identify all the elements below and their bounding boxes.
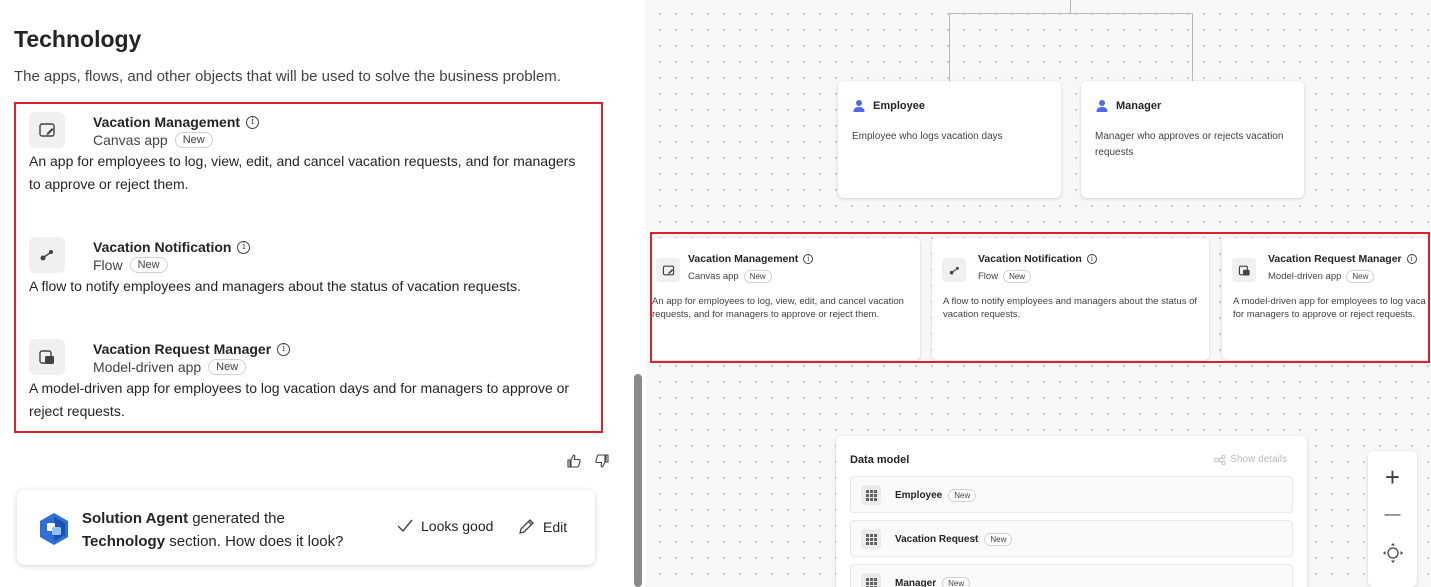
- new-badge: New: [129, 257, 168, 273]
- tech-item-name: Vacation Notification i: [93, 239, 251, 255]
- fit-view-button[interactable]: [1368, 535, 1417, 571]
- persona-description: Manager who approves or rejects vacation…: [1095, 131, 1284, 158]
- new-badge: New: [1003, 270, 1032, 283]
- edit-button[interactable]: Edit: [517, 518, 567, 536]
- feedback-buttons: [566, 452, 610, 470]
- zoom-controls: + —: [1368, 451, 1417, 587]
- chat-panel: Technology The apps, flows, and other ob…: [0, 0, 646, 587]
- fit-view-icon: [1382, 543, 1403, 563]
- data-table-name: Manager New: [895, 577, 971, 587]
- tech-card-name: Vacation Management i: [688, 253, 814, 265]
- canvas-app-icon: [656, 258, 680, 282]
- agent-review-card: Solution Agent generated the Technology …: [17, 490, 595, 565]
- connector-line: [1070, 0, 1071, 13]
- relationship-icon: [1214, 454, 1226, 465]
- tech-card-name: Vacation Notification i: [978, 253, 1097, 265]
- tech-card-type: Canvas app New: [688, 270, 772, 283]
- person-icon: [853, 100, 865, 112]
- tech-item-type: Canvas app New: [93, 132, 213, 148]
- new-badge: New: [208, 359, 247, 375]
- zoom-in-button[interactable]: +: [1368, 459, 1417, 495]
- technology-list-highlight: Vacation Management i Canvas app New An …: [14, 102, 603, 433]
- tech-card-type: Flow New: [978, 270, 1032, 283]
- data-table-name: Employee New: [895, 489, 977, 502]
- thumbs-up-icon[interactable]: [566, 452, 582, 470]
- new-badge: New: [984, 533, 1013, 546]
- data-model-title: Data model: [850, 454, 910, 466]
- new-badge: New: [942, 577, 971, 587]
- info-icon[interactable]: i: [1086, 254, 1097, 264]
- technology-row-highlight: Vacation Management i Canvas app New An ap…: [650, 232, 1430, 363]
- persona-title: Manager: [1095, 99, 1161, 113]
- connector-line: [949, 13, 1192, 14]
- checkmark-icon: [397, 519, 413, 533]
- tech-item-description: A flow to notify employees and managers …: [29, 278, 521, 294]
- tech-item-name: Vacation Request Manager i: [93, 341, 291, 357]
- section-title: Technology: [14, 26, 142, 52]
- info-icon[interactable]: i: [1406, 254, 1417, 264]
- section-description: The apps, flows, and other objects that …: [14, 68, 561, 85]
- info-icon[interactable]: i: [803, 254, 814, 264]
- zoom-out-button[interactable]: —: [1368, 497, 1417, 533]
- data-table-row-employee[interactable]: Employee New: [850, 476, 1293, 513]
- persona-title: Employee: [852, 99, 925, 113]
- tech-item-vacation-request-manager[interactable]: Vacation Request Manager i Model-driven …: [29, 331, 589, 431]
- panel-scrollbar[interactable]: [634, 374, 642, 587]
- table-icon: [861, 529, 881, 549]
- show-details-button[interactable]: Show details: [1214, 454, 1287, 465]
- data-table-row-manager[interactable]: Manager New: [850, 564, 1293, 587]
- canvas-app-icon: [29, 112, 65, 148]
- tech-item-description: A model-driven app for employees to log …: [29, 380, 570, 419]
- table-icon: [861, 573, 881, 587]
- tech-card-vacation-request-manager[interactable]: Vacation Request Manager i Model-driven a…: [1222, 238, 1428, 360]
- looks-good-button[interactable]: Looks good: [397, 518, 493, 534]
- tech-item-description: An app for employees to log, view, edit,…: [29, 153, 576, 192]
- agent-message: Solution Agent generated the Technology …: [82, 510, 344, 550]
- persona-node-manager[interactable]: Manager Manager who approves or rejects …: [1081, 81, 1304, 198]
- data-table-row-vacation-request[interactable]: Vacation Request New: [850, 520, 1293, 557]
- new-badge: New: [948, 489, 977, 502]
- info-icon[interactable]: i: [277, 342, 291, 356]
- tech-card-name: Vacation Request Manager i: [1268, 253, 1417, 265]
- thumbs-down-icon[interactable]: [594, 452, 610, 470]
- model-driven-app-icon: [29, 339, 65, 375]
- flow-icon: [942, 258, 966, 282]
- new-badge: New: [174, 132, 213, 148]
- flow-icon: [29, 237, 65, 273]
- tech-item-vacation-notification[interactable]: Vacation Notification i Flow New A flow …: [29, 229, 589, 299]
- model-driven-app-icon: [1232, 258, 1256, 282]
- persona-description: Employee who logs vacation days: [852, 131, 1003, 142]
- tech-card-vacation-notification[interactable]: Vacation Notification i Flow New A flow to…: [932, 238, 1209, 360]
- pencil-icon: [519, 519, 534, 534]
- data-model-card[interactable]: Data model Show details Employee New Vaca…: [836, 436, 1307, 587]
- new-badge: New: [1346, 270, 1375, 283]
- tech-card-description: A model-driven app for employees to log …: [1233, 296, 1426, 320]
- tech-item-type: Model-driven app New: [93, 359, 247, 375]
- new-badge: New: [743, 270, 772, 283]
- tech-card-description: A flow to notify employees and managers …: [943, 296, 1198, 320]
- tech-card-type: Model-driven app New: [1268, 270, 1375, 283]
- person-icon: [1096, 100, 1108, 112]
- tech-card-vacation-management[interactable]: Vacation Management i Canvas app New An ap…: [652, 238, 920, 360]
- tech-card-description: An app for employees to log, view, edit,…: [652, 296, 904, 320]
- persona-node-employee[interactable]: Employee Employee who logs vacation days: [838, 81, 1061, 198]
- solution-agent-logo: [37, 512, 71, 546]
- data-table-name: Vacation Request New: [895, 533, 1013, 546]
- tech-item-type: Flow New: [93, 257, 168, 273]
- table-icon: [861, 485, 881, 505]
- info-icon[interactable]: i: [246, 115, 260, 129]
- connector-line: [949, 13, 950, 81]
- info-icon[interactable]: i: [237, 240, 251, 254]
- tech-item-name: Vacation Management i: [93, 114, 260, 130]
- tech-item-vacation-management[interactable]: Vacation Management i Canvas app New An …: [29, 104, 589, 204]
- connector-line: [1192, 13, 1193, 81]
